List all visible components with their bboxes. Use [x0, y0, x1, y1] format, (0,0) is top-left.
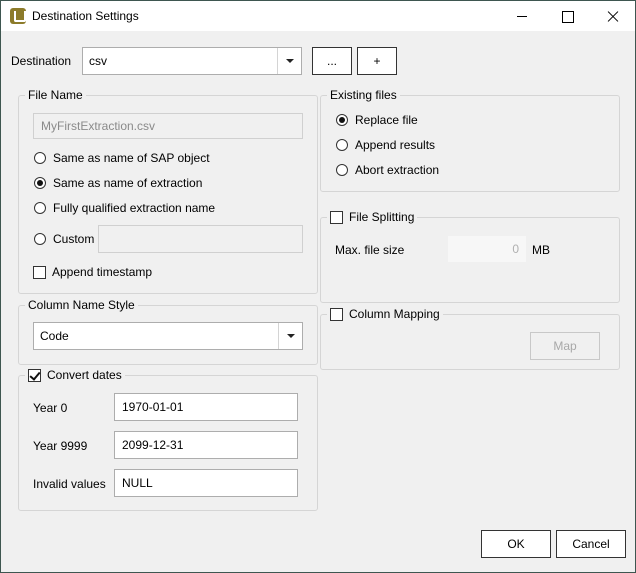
radio-fully-qualified-name[interactable]: Fully qualified extraction name — [34, 201, 215, 215]
convert-dates-label: Convert dates — [47, 368, 122, 382]
chevron-down-icon[interactable] — [277, 48, 301, 74]
max-file-size-label: Max. file size — [335, 243, 405, 257]
radio-label: Custom — [53, 232, 95, 246]
radio-abort-extraction[interactable]: Abort extraction — [336, 163, 439, 177]
column-name-style-select[interactable]: Code — [33, 322, 303, 350]
ok-button[interactable]: OK — [481, 530, 551, 558]
minimize-icon[interactable] — [498, 1, 544, 31]
year-9999-label: Year 9999 — [33, 439, 88, 453]
file-name-title: File Name — [25, 88, 86, 102]
radio-same-as-sap-object[interactable]: Same as name of SAP object — [34, 151, 210, 165]
radio-custom[interactable]: Custom — [34, 232, 94, 246]
existing-files-title-text: Existing files — [330, 88, 397, 102]
year-0-input[interactable]: 1970-01-01 — [114, 393, 298, 421]
max-file-size-input[interactable]: 0 — [448, 236, 526, 262]
radio-indicator — [336, 139, 348, 151]
checkbox-label: Append timestamp — [52, 265, 153, 279]
close-icon[interactable] — [590, 1, 636, 31]
column-mapping-label: Column Mapping — [349, 307, 440, 321]
radio-label: Same as name of extraction — [53, 176, 203, 190]
radio-indicator — [336, 164, 348, 176]
radio-label: Same as name of SAP object — [53, 151, 210, 165]
file-name-title-text: File Name — [28, 88, 83, 102]
title-bar: Destination Settings — [1, 1, 635, 31]
add-destination-button[interactable]: + — [357, 47, 397, 75]
append-timestamp-checkbox[interactable]: Append timestamp — [33, 265, 152, 279]
radio-same-as-extraction[interactable]: Same as name of extraction — [34, 176, 202, 190]
cancel-button[interactable]: Cancel — [556, 530, 626, 558]
file-name-preview: MyFirstExtraction.csv — [33, 113, 303, 139]
window-title: Destination Settings — [32, 9, 139, 23]
file-splitting-title[interactable]: File Splitting — [327, 210, 418, 224]
column-mapping-checkbox[interactable] — [330, 307, 343, 321]
maximize-icon[interactable] — [544, 1, 590, 31]
max-file-size-unit: MB — [532, 243, 550, 257]
convert-dates-checkbox[interactable] — [28, 368, 41, 382]
radio-indicator — [34, 202, 46, 214]
radio-replace-file[interactable]: Replace file — [336, 113, 418, 127]
radio-indicator — [34, 152, 46, 164]
column-mapping-title[interactable]: Column Mapping — [327, 307, 443, 321]
checkbox-indicator — [33, 265, 46, 279]
radio-label: Fully qualified extraction name — [53, 201, 216, 215]
destination-label: Destination — [11, 54, 72, 68]
radio-label: Replace file — [355, 113, 418, 127]
radio-indicator — [34, 177, 46, 189]
map-button[interactable]: Map — [530, 332, 600, 360]
destination-settings-window: Destination Settings Destination csv ...… — [0, 0, 636, 573]
invalid-values-input[interactable]: NULL — [114, 469, 298, 497]
destination-select[interactable]: csv — [82, 47, 302, 75]
convert-dates-title[interactable]: Convert dates — [25, 368, 125, 382]
file-splitting-checkbox[interactable] — [330, 210, 343, 224]
radio-indicator — [34, 233, 46, 245]
browse-button[interactable]: ... — [312, 47, 352, 75]
file-splitting-label: File Splitting — [349, 210, 415, 224]
chevron-down-icon[interactable] — [278, 323, 302, 349]
radio-append-results[interactable]: Append results — [336, 138, 435, 152]
radio-label: Abort extraction — [355, 163, 440, 177]
year-9999-input[interactable]: 2099-12-31 — [114, 431, 298, 459]
column-name-style-value: Code — [40, 329, 69, 343]
column-name-style-title: Column Name Style — [25, 298, 138, 312]
invalid-values-label: Invalid values — [33, 477, 106, 491]
custom-name-input[interactable] — [98, 225, 303, 253]
radio-label: Append results — [355, 138, 436, 152]
year-0-label: Year 0 — [33, 401, 68, 415]
destination-value: csv — [89, 54, 107, 68]
app-logo-icon — [10, 8, 26, 24]
column-name-style-title-text: Column Name Style — [28, 298, 135, 312]
existing-files-title: Existing files — [327, 88, 400, 102]
radio-indicator — [336, 114, 348, 126]
